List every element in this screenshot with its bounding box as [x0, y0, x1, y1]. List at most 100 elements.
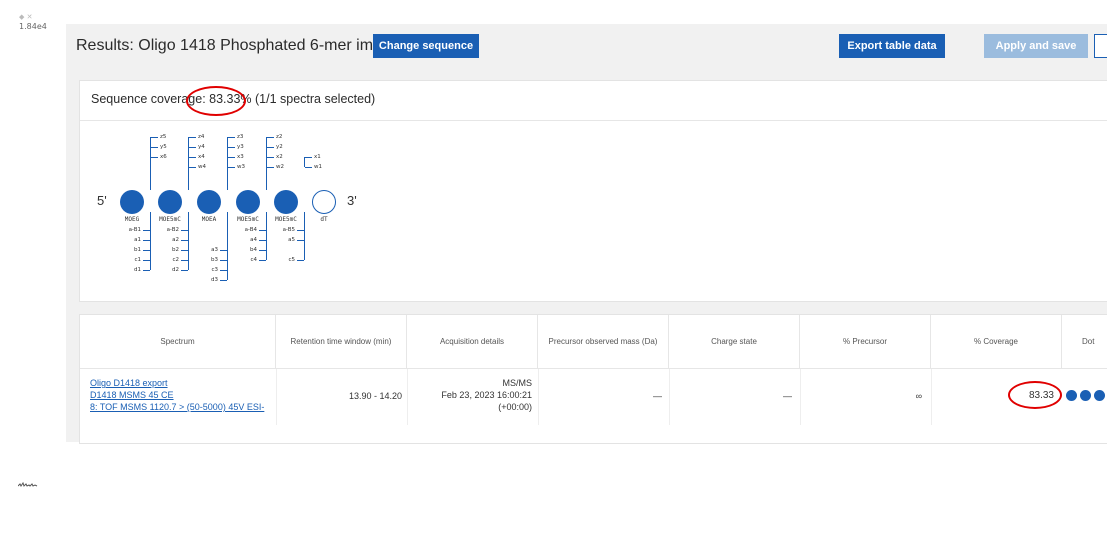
bottom-fragment-tick — [181, 240, 188, 241]
nucleotide-label: MOEG — [124, 216, 140, 223]
nucleotide-label: MOE5mC — [275, 216, 297, 223]
charge-state-cell: — — [783, 391, 792, 401]
bottom-fragment-tick — [259, 240, 266, 241]
spectrum-link-file[interactable]: Oligo D1418 export — [90, 378, 168, 388]
bottom-fragment-label: c1 — [134, 257, 141, 263]
nucleotide-label: dT — [320, 216, 328, 223]
bottom-fragment-tick — [220, 260, 227, 261]
top-fragment-tick — [267, 157, 274, 158]
bottom-fragment-label: a4 — [250, 237, 257, 243]
bottom-fragment-label: a2 — [172, 237, 179, 243]
bottom-fragment-tick — [181, 260, 188, 261]
top-fragment-label: w4 — [198, 164, 206, 170]
three-prime-label: 3' — [347, 193, 357, 208]
retention-time-cell: 13.90 - 14.20 — [348, 391, 402, 401]
column-divider — [276, 369, 277, 425]
bottom-fragment-stem — [227, 212, 228, 280]
dot-indicator — [1080, 390, 1091, 401]
bottom-fragment-label: c3 — [211, 267, 218, 273]
bottom-fragment-label: a-B2 — [166, 227, 179, 233]
top-fragment-tick — [151, 157, 158, 158]
page-title: Results: Oligo 1418 Phosphated 6-mer imp… — [76, 37, 413, 54]
bottom-fragment-tick — [143, 240, 150, 241]
bottom-fragment-tick — [181, 230, 188, 231]
bottom-fragment-label: b2 — [172, 247, 179, 253]
y-axis-value: ◆ ✕ 1.84e4 — [19, 13, 47, 31]
bottom-fragment-label: b1 — [134, 247, 141, 253]
nucleotide-label: MOEA — [201, 216, 217, 223]
top-fragment-tick — [267, 137, 274, 138]
bottom-fragment-tick — [143, 230, 150, 231]
column-divider — [538, 369, 539, 425]
bottom-fragment-tick — [220, 270, 227, 271]
bottom-fragment-label: b3 — [211, 257, 218, 263]
top-fragment-tick — [151, 147, 158, 148]
bottom-fragment-tick — [259, 250, 266, 251]
table-header-cell: Retention time window (min) — [276, 315, 407, 368]
bottom-fragment-tick — [297, 240, 304, 241]
top-fragment-tick — [228, 147, 235, 148]
top-fragment-label: w3 — [237, 164, 245, 170]
top-fragment-tick — [189, 137, 196, 138]
nucleotide-circle — [158, 190, 182, 214]
top-fragment-label: w2 — [276, 164, 284, 170]
apply-save-button[interactable]: Apply and save — [984, 34, 1088, 58]
spectrum-link-function[interactable]: 8: TOF MSMS 1120.7 > (50-5000) 45V ESI- — [90, 402, 264, 412]
top-fragment-label: y3 — [237, 144, 244, 150]
spectrum-link-sample[interactable]: D1418 MSMS 45 CE — [90, 390, 174, 400]
table-header-cell: Dot — [1082, 336, 1095, 346]
change-sequence-button[interactable]: Change sequence — [373, 34, 479, 58]
bottom-fragment-label: d1 — [134, 267, 141, 273]
dot-indicator — [1094, 390, 1105, 401]
bottom-fragment-tick — [220, 280, 227, 281]
top-fragment-label: y5 — [160, 144, 167, 150]
top-fragment-label: z4 — [198, 134, 205, 140]
top-fragment-label: x3 — [237, 154, 244, 160]
bottom-fragment-stem — [150, 212, 151, 270]
top-fragment-tick — [189, 157, 196, 158]
top-fragment-label: y2 — [276, 144, 283, 150]
table-header-cell: Acquisition details — [407, 315, 538, 368]
top-fragment-tick — [189, 167, 196, 168]
table-header-cell: % Coverage — [931, 315, 1062, 368]
sequence-coverage-card — [79, 80, 1107, 302]
bottom-fragment-tick — [259, 260, 266, 261]
top-fragment-label: z2 — [276, 134, 283, 140]
dot-indicator — [1066, 390, 1077, 401]
acquisition-date: Feb 23, 2023 16:00:21 — [441, 390, 532, 400]
bottom-fragment-label: b4 — [250, 247, 257, 253]
top-fragment-tick — [151, 137, 158, 138]
table-header-cell: Precursor observed mass (Da) — [538, 315, 669, 368]
app-root: ◆ ✕ 1.84e4 Results: Oligo 1418 Phosphate… — [0, 0, 1107, 540]
bottom-fragment-label: c5 — [288, 257, 295, 263]
bottom-fragment-label: a-B1 — [128, 227, 141, 233]
export-table-button[interactable]: Export table data — [839, 34, 945, 58]
header-divider — [80, 368, 1107, 369]
bottom-fragment-label: a1 — [134, 237, 141, 243]
acquisition-timezone: (+00:00) — [498, 402, 532, 412]
bottom-fragment-tick — [297, 230, 304, 231]
top-fragment-tick — [228, 157, 235, 158]
bottom-fragment-tick — [297, 260, 304, 261]
top-fragment-label: x4 — [198, 154, 205, 160]
annotation-oval-coverage — [186, 86, 246, 116]
top-fragment-label: z5 — [160, 134, 167, 140]
nucleotide-label: MOE5mC — [237, 216, 259, 223]
axis-mini-icon: ◆ ✕ — [19, 13, 33, 21]
bottom-fragment-label: d2 — [172, 267, 179, 273]
top-fragment-label: w1 — [314, 164, 322, 170]
top-fragment-label: x1 — [314, 154, 321, 160]
spectrum-trace-icon — [18, 482, 38, 487]
precursor-mass-cell: — — [653, 391, 662, 401]
top-fragment-tick — [228, 167, 235, 168]
top-fragment-label: z3 — [237, 134, 244, 140]
top-fragment-tick — [267, 167, 274, 168]
bottom-fragment-label: c4 — [250, 257, 257, 263]
more-button[interactable] — [1094, 34, 1107, 58]
top-fragment-tick — [267, 147, 274, 148]
bottom-fragment-label: a5 — [288, 237, 295, 243]
top-fragment-tick — [305, 157, 312, 158]
top-fragment-stem — [227, 137, 228, 190]
bottom-fragment-stem — [304, 212, 305, 260]
bottom-fragment-label: d3 — [211, 277, 218, 283]
